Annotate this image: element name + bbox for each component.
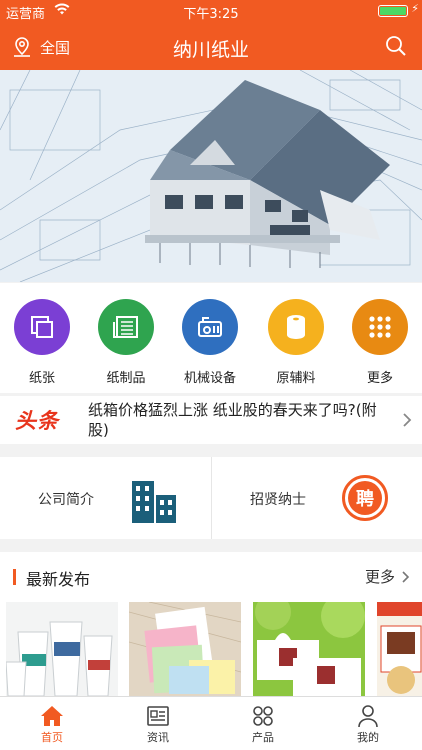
building-icon (132, 481, 176, 523)
headline-news[interactable]: 头条 纸箱价格猛烈上涨 纸业股的春天来了吗?(附股) (0, 396, 422, 444)
search-button[interactable] (384, 34, 408, 62)
chevron-right-icon (402, 570, 410, 583)
machine-icon (182, 299, 238, 355)
tab-bar: 首页 资讯 产品 我的 (0, 696, 422, 750)
category-label: 原辅料 (276, 371, 316, 386)
status-bar: 运营商 下午3:25 ⚡ (0, 0, 422, 22)
tab-news[interactable]: 资讯 (128, 703, 188, 745)
app-screen: 运营商 下午3:25 ⚡ 全国 纳川纸业 纸张 纸制品 机械设备 原辅料 更多 … (0, 0, 422, 750)
headline-badge: 头条 (15, 409, 59, 433)
more-link[interactable]: 更多 (365, 566, 410, 587)
tab-label: 首页 (41, 731, 63, 744)
paper-icon (14, 299, 70, 355)
company-intro-link[interactable]: 公司简介 (0, 457, 211, 539)
category-label: 纸制品 (106, 371, 146, 386)
paper-roll-icon (268, 299, 324, 355)
user-icon (338, 703, 398, 729)
recruit-icon-text: 聘 (348, 481, 382, 515)
headline-text: 纸箱价格猛烈上涨 纸业股的春天来了吗?(附股) (88, 401, 377, 439)
section-accent-bar (13, 569, 16, 585)
charging-icon: ⚡ (411, 2, 419, 15)
tab-label: 产品 (252, 731, 274, 744)
category-raw-materials[interactable]: 原辅料 (256, 299, 336, 386)
recruit-icon: 聘 (342, 475, 388, 521)
header: 运营商 下午3:25 ⚡ 全国 纳川纸业 (0, 0, 422, 70)
product-card-tissue-box[interactable] (253, 602, 365, 696)
tab-label: 我的 (357, 731, 379, 744)
grid-dots-icon (352, 299, 408, 355)
category-more[interactable]: 更多 (340, 299, 420, 386)
tab-mine[interactable]: 我的 (338, 703, 398, 745)
page-title: 纳川纸业 (172, 39, 249, 61)
category-paper-products[interactable]: 纸制品 (86, 299, 166, 386)
products-icon (233, 703, 293, 729)
recruitment-link[interactable]: 招贤纳士 聘 (212, 457, 422, 539)
home-icon (22, 703, 82, 729)
chevron-right-icon (402, 412, 412, 432)
latest-section-header: 最新发布 更多 (0, 552, 422, 600)
battery-icon (378, 5, 408, 17)
product-card-paper-cups[interactable] (6, 602, 118, 696)
section-title: 最新发布 (26, 570, 91, 589)
banner-image[interactable] (0, 70, 422, 282)
category-label: 纸张 (28, 371, 55, 386)
product-strip (0, 600, 422, 696)
category-machinery[interactable]: 机械设备 (170, 299, 250, 386)
news-icon (128, 703, 188, 729)
info-links: 公司简介 招贤纳士 聘 (0, 457, 422, 539)
category-paper[interactable]: 纸张 (2, 299, 82, 386)
category-grid: 纸张 纸制品 机械设备 原辅料 更多 (0, 283, 422, 393)
category-label: 更多 (366, 371, 393, 386)
more-label: 更多 (364, 568, 395, 586)
search-icon (386, 36, 406, 56)
tab-products[interactable]: 产品 (233, 703, 293, 745)
product-card-food-box[interactable] (377, 602, 422, 696)
recruitment-label: 招贤纳士 (250, 492, 306, 508)
category-label: 机械设备 (183, 371, 236, 386)
status-time: 下午3:25 (183, 7, 239, 22)
product-card-sticky-notes[interactable] (129, 602, 241, 696)
tab-home[interactable]: 首页 (22, 703, 82, 745)
company-intro-label: 公司简介 (38, 492, 94, 508)
newspaper-icon (98, 299, 154, 355)
nav-bar: 全国 纳川纸业 (0, 24, 422, 70)
tab-label: 资讯 (147, 731, 169, 744)
